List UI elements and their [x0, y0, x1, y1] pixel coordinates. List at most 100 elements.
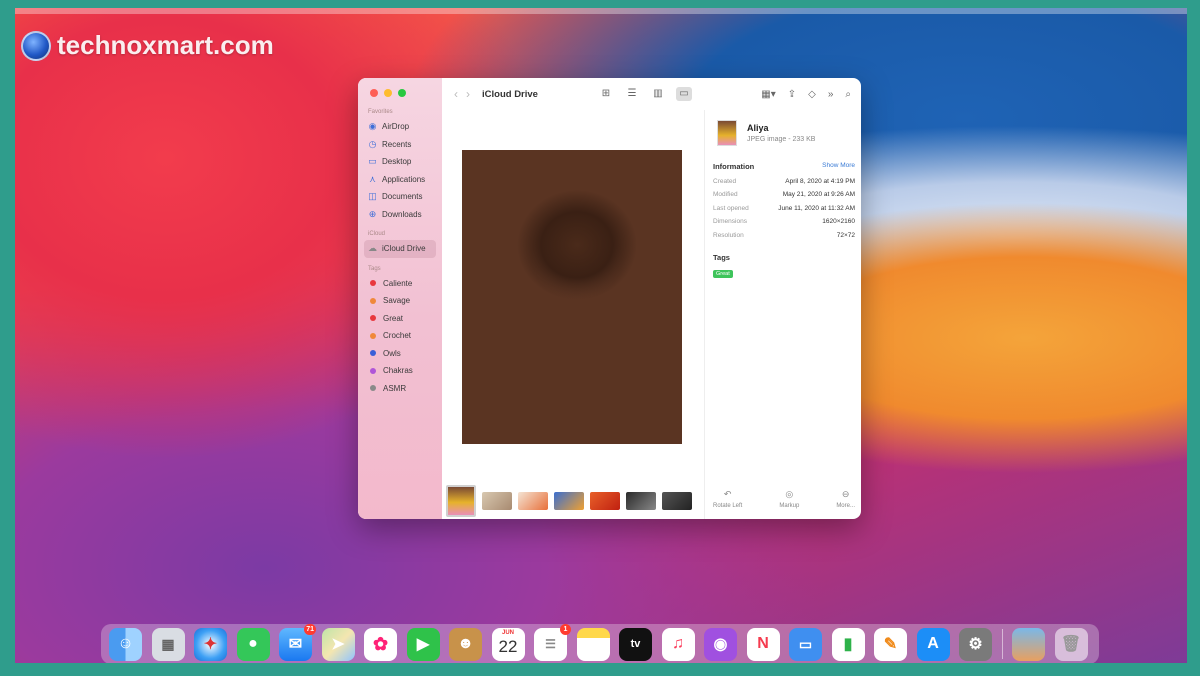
mail-icon[interactable]: ✉ 71: [279, 623, 316, 661]
watermark: technoxmart.com: [21, 30, 274, 61]
show-more-link[interactable]: Show More: [822, 162, 855, 171]
info-key: Modified: [713, 191, 738, 198]
sidebar-tag-owls[interactable]: Owls: [364, 345, 436, 363]
markup-icon: ◎: [785, 489, 794, 499]
sidebar-item-icloud-drive[interactable]: ☁ iCloud Drive: [364, 240, 436, 258]
sidebar-item-documents[interactable]: ◫ Documents: [364, 188, 436, 206]
sidebar-tag-asmr[interactable]: ASMR: [364, 380, 436, 398]
facetime-icon[interactable]: ▶: [406, 627, 440, 661]
thumbnail-item[interactable]: [590, 492, 620, 510]
sidebar-item-label: AirDrop: [382, 122, 410, 132]
keynote-icon[interactable]: ▭: [789, 627, 822, 661]
dock-separator: [1001, 629, 1003, 659]
sidebar-item-recents[interactable]: ◷ Recents: [364, 136, 436, 154]
podcasts-icon[interactable]: ◉: [704, 627, 737, 661]
minimize-button[interactable]: [384, 89, 392, 97]
window-controls: [370, 89, 436, 97]
launchpad-icon[interactable]: ▦: [151, 627, 185, 661]
share-icon[interactable]: ⇪: [788, 89, 796, 100]
tag-icon[interactable]: ◇: [808, 89, 816, 100]
reminders-icon[interactable]: ☰ 1: [534, 623, 571, 661]
markup-button[interactable]: ◎ Markup: [779, 489, 799, 509]
sidebar-item-label: iCloud Drive: [382, 244, 426, 254]
info-key: Created: [713, 177, 737, 185]
info-row-last-opened: Last opened June 11, 2020 at 11:32 AM: [713, 205, 855, 212]
thumbnail-item[interactable]: [554, 492, 584, 510]
sidebar-item-airdrop[interactable]: ◉ AirDrop: [364, 118, 436, 136]
info-value: 1620×2160: [822, 218, 855, 225]
tag-dot-icon: [370, 297, 376, 304]
thumbnail-item[interactable]: [518, 492, 548, 510]
finder-sidebar: Favorites ◉ AirDrop ◷ Recents ▭ Desktop …: [358, 78, 442, 519]
sidebar-item-label: Documents: [382, 192, 423, 202]
zoom-button[interactable]: [398, 89, 406, 97]
news-icon[interactable]: N: [746, 627, 780, 661]
thumbnail-item[interactable]: [446, 485, 476, 517]
info-row-modified: Modified May 21, 2020 at 9:26 AM: [713, 191, 855, 198]
sidebar-tag-chakras[interactable]: Chakras: [364, 362, 436, 380]
back-icon[interactable]: ‹: [454, 87, 458, 101]
mail-badge: 71: [304, 623, 316, 635]
thumbnail-item[interactable]: [662, 492, 692, 510]
sidebar-tag-caliente[interactable]: Caliente: [364, 275, 436, 293]
contacts-icon[interactable]: ☻: [449, 627, 482, 661]
safari-icon[interactable]: ✦: [194, 627, 227, 661]
info-row-resolution: Resolution 72×72: [713, 232, 855, 239]
sidebar-item-downloads[interactable]: ⊕ Downloads: [364, 206, 436, 224]
thumbnail-strip: [446, 485, 692, 517]
sidebar-item-label: Downloads: [382, 209, 422, 219]
thumbnail-item[interactable]: [482, 492, 512, 510]
tag-dot-icon: [370, 367, 376, 374]
finder-content: Aliya JPEG image - 233 KB Information Sh…: [442, 110, 861, 519]
info-value: June 11, 2020 at 11:32 AM: [778, 204, 855, 212]
messages-icon[interactable]: ●: [236, 627, 270, 661]
sidebar-item-label: Crochet: [383, 331, 412, 341]
column-view-icon[interactable]: ▥: [650, 87, 666, 101]
window-title: iCloud Drive: [482, 88, 538, 100]
group-by-icon[interactable]: ▦▾: [761, 89, 775, 100]
tag-dot-icon: [370, 332, 376, 339]
sidebar-section-icloud: iCloud: [368, 231, 386, 237]
sidebar-item-applications[interactable]: ⋏ Applications: [364, 171, 436, 189]
apple-tv-icon[interactable]: tv: [619, 627, 652, 661]
finder-toolbar: ‹ › iCloud Drive ⊞ ☰ ▥ ▭ ▦▾ ⇪ ◇ » ⌕: [442, 78, 861, 110]
sidebar-tag-crochet[interactable]: Crochet: [364, 327, 436, 345]
calendar-day: 22: [498, 637, 518, 656]
info-row-dimensions: Dimensions 1620×2160: [713, 218, 855, 225]
icon-view-icon[interactable]: ⊞: [598, 87, 614, 101]
tag-dot-icon: [370, 315, 376, 322]
close-button[interactable]: [370, 89, 378, 97]
calendar-month: JUN: [501, 629, 514, 636]
reminders-badge: 1: [560, 623, 571, 635]
tag-pill-great[interactable]: Great: [713, 269, 733, 278]
notes-icon[interactable]: [576, 627, 610, 661]
calendar-icon[interactable]: JUN 22: [491, 627, 525, 661]
finder-window: Favorites ◉ AirDrop ◷ Recents ▭ Desktop …: [358, 78, 861, 519]
pages-icon[interactable]: ✎: [874, 627, 907, 661]
sidebar-item-desktop[interactable]: ▭ Desktop: [364, 153, 436, 171]
more-button[interactable]: ⊖ More...: [836, 489, 855, 509]
sidebar-item-label: Applications: [382, 174, 426, 184]
applications-icon: ⋏: [369, 173, 376, 184]
sidebar-item-label: Recents: [382, 139, 412, 149]
action-label: More...: [836, 503, 855, 509]
system-preferences-icon[interactable]: ⚙: [959, 627, 992, 661]
list-view-icon[interactable]: ☰: [624, 87, 640, 101]
music-icon[interactable]: ♫: [661, 627, 695, 661]
downloads-stack-icon[interactable]: [1012, 627, 1045, 661]
sidebar-tag-savage[interactable]: Savage: [364, 292, 436, 310]
photos-icon[interactable]: ✿: [364, 627, 397, 661]
forward-icon[interactable]: ›: [466, 87, 470, 101]
gallery-view-icon[interactable]: ▭: [675, 87, 692, 101]
finder-icon[interactable]: ☺: [109, 627, 142, 661]
airdrop-icon: ◉: [368, 121, 377, 132]
thumbnail-item[interactable]: [626, 492, 656, 510]
chevron-double-right-icon[interactable]: »: [828, 89, 834, 100]
trash-icon[interactable]: 🗑: [1054, 627, 1088, 661]
app-store-icon[interactable]: A: [916, 627, 950, 661]
maps-icon[interactable]: ➤: [321, 627, 355, 661]
sidebar-tag-great[interactable]: Great: [364, 310, 436, 328]
rotate-left-button[interactable]: ↶ Rotate Left: [713, 489, 742, 509]
search-icon[interactable]: ⌕: [845, 89, 851, 100]
numbers-icon[interactable]: ▮: [831, 627, 865, 661]
